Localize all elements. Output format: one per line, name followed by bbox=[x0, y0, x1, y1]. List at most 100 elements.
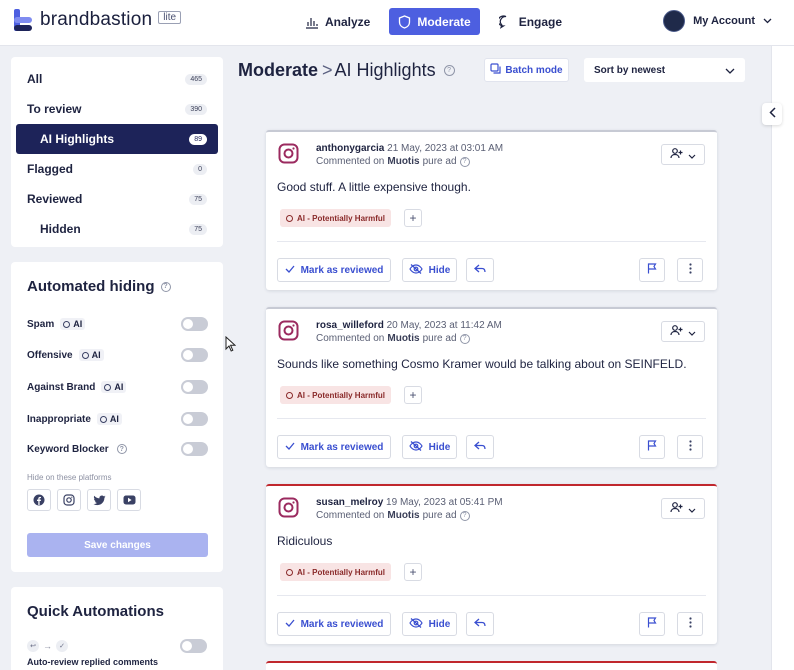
breadcrumb-current: AI Highlights bbox=[334, 60, 436, 80]
ad-suffix: pure ad bbox=[422, 333, 457, 344]
mark-as-reviewed-button[interactable]: Mark as reviewed bbox=[277, 258, 391, 282]
add-user-icon bbox=[670, 324, 683, 339]
top-bar: brandbastion lite Analyze Moderate Engag… bbox=[0, 0, 794, 46]
ai-badge: AI bbox=[101, 381, 127, 393]
ai-badge: AI bbox=[96, 413, 122, 425]
main-nav: Analyze Moderate Engage bbox=[296, 8, 571, 35]
filter-all[interactable]: All 465 bbox=[11, 64, 223, 94]
auto-review-toggle[interactable] bbox=[180, 639, 207, 653]
brand-logo[interactable]: brandbastion lite bbox=[14, 9, 182, 31]
comment-author[interactable]: rosa_willeford bbox=[316, 320, 384, 331]
help-icon[interactable]: ? bbox=[160, 281, 171, 292]
info-icon[interactable]: ? bbox=[459, 510, 470, 521]
assign-user-button[interactable] bbox=[661, 144, 705, 165]
offensive-toggle[interactable] bbox=[181, 348, 208, 362]
platform-selector bbox=[27, 489, 141, 511]
ad-name[interactable]: Muotis bbox=[387, 156, 419, 167]
ai-tag-label: AI - Potentially Harmful bbox=[297, 390, 386, 400]
hide-button[interactable]: Hide bbox=[402, 258, 457, 282]
more-options-button[interactable] bbox=[677, 612, 703, 636]
filter-ai-highlights[interactable]: AI Highlights 89 bbox=[16, 124, 218, 154]
nav-analyze[interactable]: Analyze bbox=[296, 8, 379, 35]
help-icon[interactable]: ? bbox=[443, 65, 455, 76]
chevron-down-icon bbox=[688, 502, 696, 516]
more-vertical-icon bbox=[688, 617, 692, 631]
comment-author[interactable]: susan_melroy bbox=[316, 497, 383, 508]
reply-button[interactable] bbox=[466, 435, 494, 459]
brandbastion-logo-icon bbox=[14, 9, 34, 31]
assign-user-button[interactable] bbox=[661, 498, 705, 519]
ai-badge-label: AI bbox=[114, 382, 124, 392]
comment-source: Commented on Muotis pure ad ? bbox=[316, 156, 470, 167]
add-tag-button[interactable]: + bbox=[404, 209, 422, 227]
more-options-button[interactable] bbox=[677, 435, 703, 459]
filter-to-review[interactable]: To review 390 bbox=[11, 94, 223, 124]
chevron-left-icon bbox=[768, 107, 776, 121]
assign-user-button[interactable] bbox=[661, 321, 705, 342]
quick-automations-panel: Quick Automations ↩ → ✓ Auto-review repl… bbox=[11, 587, 223, 670]
twitter-icon[interactable] bbox=[87, 489, 111, 511]
ai-tag[interactable]: AI - Potentially Harmful bbox=[280, 563, 392, 581]
keyword-blocker-toggle[interactable] bbox=[181, 442, 208, 456]
batch-mode-button[interactable]: Batch mode bbox=[484, 58, 569, 82]
filter-count: 89 bbox=[189, 134, 207, 145]
youtube-icon[interactable] bbox=[117, 489, 141, 511]
rule-offensive: Offensive AI bbox=[27, 347, 208, 363]
mark-as-reviewed-button[interactable]: Mark as reviewed bbox=[277, 435, 391, 459]
filter-reviewed[interactable]: Reviewed 75 bbox=[11, 184, 223, 214]
inappropriate-toggle[interactable] bbox=[181, 412, 208, 426]
filter-hidden[interactable]: Hidden 75 bbox=[11, 214, 223, 244]
instagram-icon bbox=[278, 497, 299, 518]
breadcrumb-moderate[interactable]: Moderate bbox=[238, 60, 318, 81]
ai-tag[interactable]: AI - Potentially Harmful bbox=[280, 386, 392, 404]
filter-flagged[interactable]: Flagged 0 bbox=[11, 154, 223, 184]
sort-label: Sort by newest bbox=[594, 64, 666, 76]
ai-badge: AI bbox=[60, 318, 86, 330]
against-brand-toggle[interactable] bbox=[181, 380, 208, 394]
more-options-button[interactable] bbox=[677, 258, 703, 282]
comment-author[interactable]: anthonygarcia bbox=[316, 143, 384, 154]
mark-as-reviewed-button[interactable]: Mark as reviewed bbox=[277, 612, 391, 636]
filter-count: 390 bbox=[185, 104, 207, 115]
rule-label: Spam bbox=[27, 318, 55, 330]
flag-button[interactable] bbox=[639, 435, 665, 459]
spam-toggle[interactable] bbox=[181, 317, 208, 331]
add-tag-button[interactable]: + bbox=[404, 563, 422, 581]
ai-icon bbox=[63, 320, 71, 328]
reply-icon bbox=[474, 441, 486, 454]
flag-button[interactable] bbox=[639, 258, 665, 282]
info-icon[interactable]: ? bbox=[459, 333, 470, 344]
check-icon: ✓ bbox=[56, 640, 68, 652]
ai-tag[interactable]: AI - Potentially Harmful bbox=[280, 209, 392, 227]
facebook-icon[interactable] bbox=[27, 489, 51, 511]
comment-text: Good stuff. A little expensive though. bbox=[277, 180, 471, 194]
sort-dropdown[interactable]: Sort by newest bbox=[584, 58, 745, 82]
reply-button[interactable] bbox=[466, 258, 494, 282]
add-tag-button[interactable]: + bbox=[404, 386, 422, 404]
instagram-icon bbox=[278, 143, 299, 164]
rule-label: Offensive bbox=[27, 349, 73, 361]
reply-button[interactable] bbox=[466, 612, 494, 636]
account-menu[interactable]: My Account bbox=[663, 10, 772, 32]
ad-name[interactable]: Muotis bbox=[387, 333, 419, 344]
collapse-panel-button[interactable] bbox=[762, 103, 782, 125]
hide-button[interactable]: Hide bbox=[402, 612, 457, 636]
flag-button[interactable] bbox=[639, 612, 665, 636]
auto-review-label: Auto-review replied comments bbox=[27, 657, 159, 667]
rule-inappropriate: Inappropriate AI bbox=[27, 411, 208, 427]
hide-button[interactable]: Hide bbox=[402, 435, 457, 459]
ad-suffix: pure ad bbox=[422, 510, 457, 521]
ad-name[interactable]: Muotis bbox=[387, 510, 419, 521]
instagram-icon[interactable] bbox=[57, 489, 81, 511]
save-changes-button[interactable]: Save changes bbox=[27, 533, 208, 557]
filter-count: 465 bbox=[185, 74, 207, 85]
commented-on-label: Commented on bbox=[316, 510, 385, 521]
comment-card: rosa_willeford 20 May, 2023 at 11:42 AM … bbox=[266, 307, 717, 467]
more-vertical-icon bbox=[688, 263, 692, 277]
info-icon[interactable]: ? bbox=[459, 156, 470, 167]
help-icon[interactable]: ? bbox=[116, 444, 127, 454]
nav-engage[interactable]: Engage bbox=[490, 8, 571, 35]
nav-moderate[interactable]: Moderate bbox=[389, 8, 480, 35]
ai-icon bbox=[99, 415, 107, 423]
rule-against-brand: Against Brand AI bbox=[27, 379, 208, 395]
